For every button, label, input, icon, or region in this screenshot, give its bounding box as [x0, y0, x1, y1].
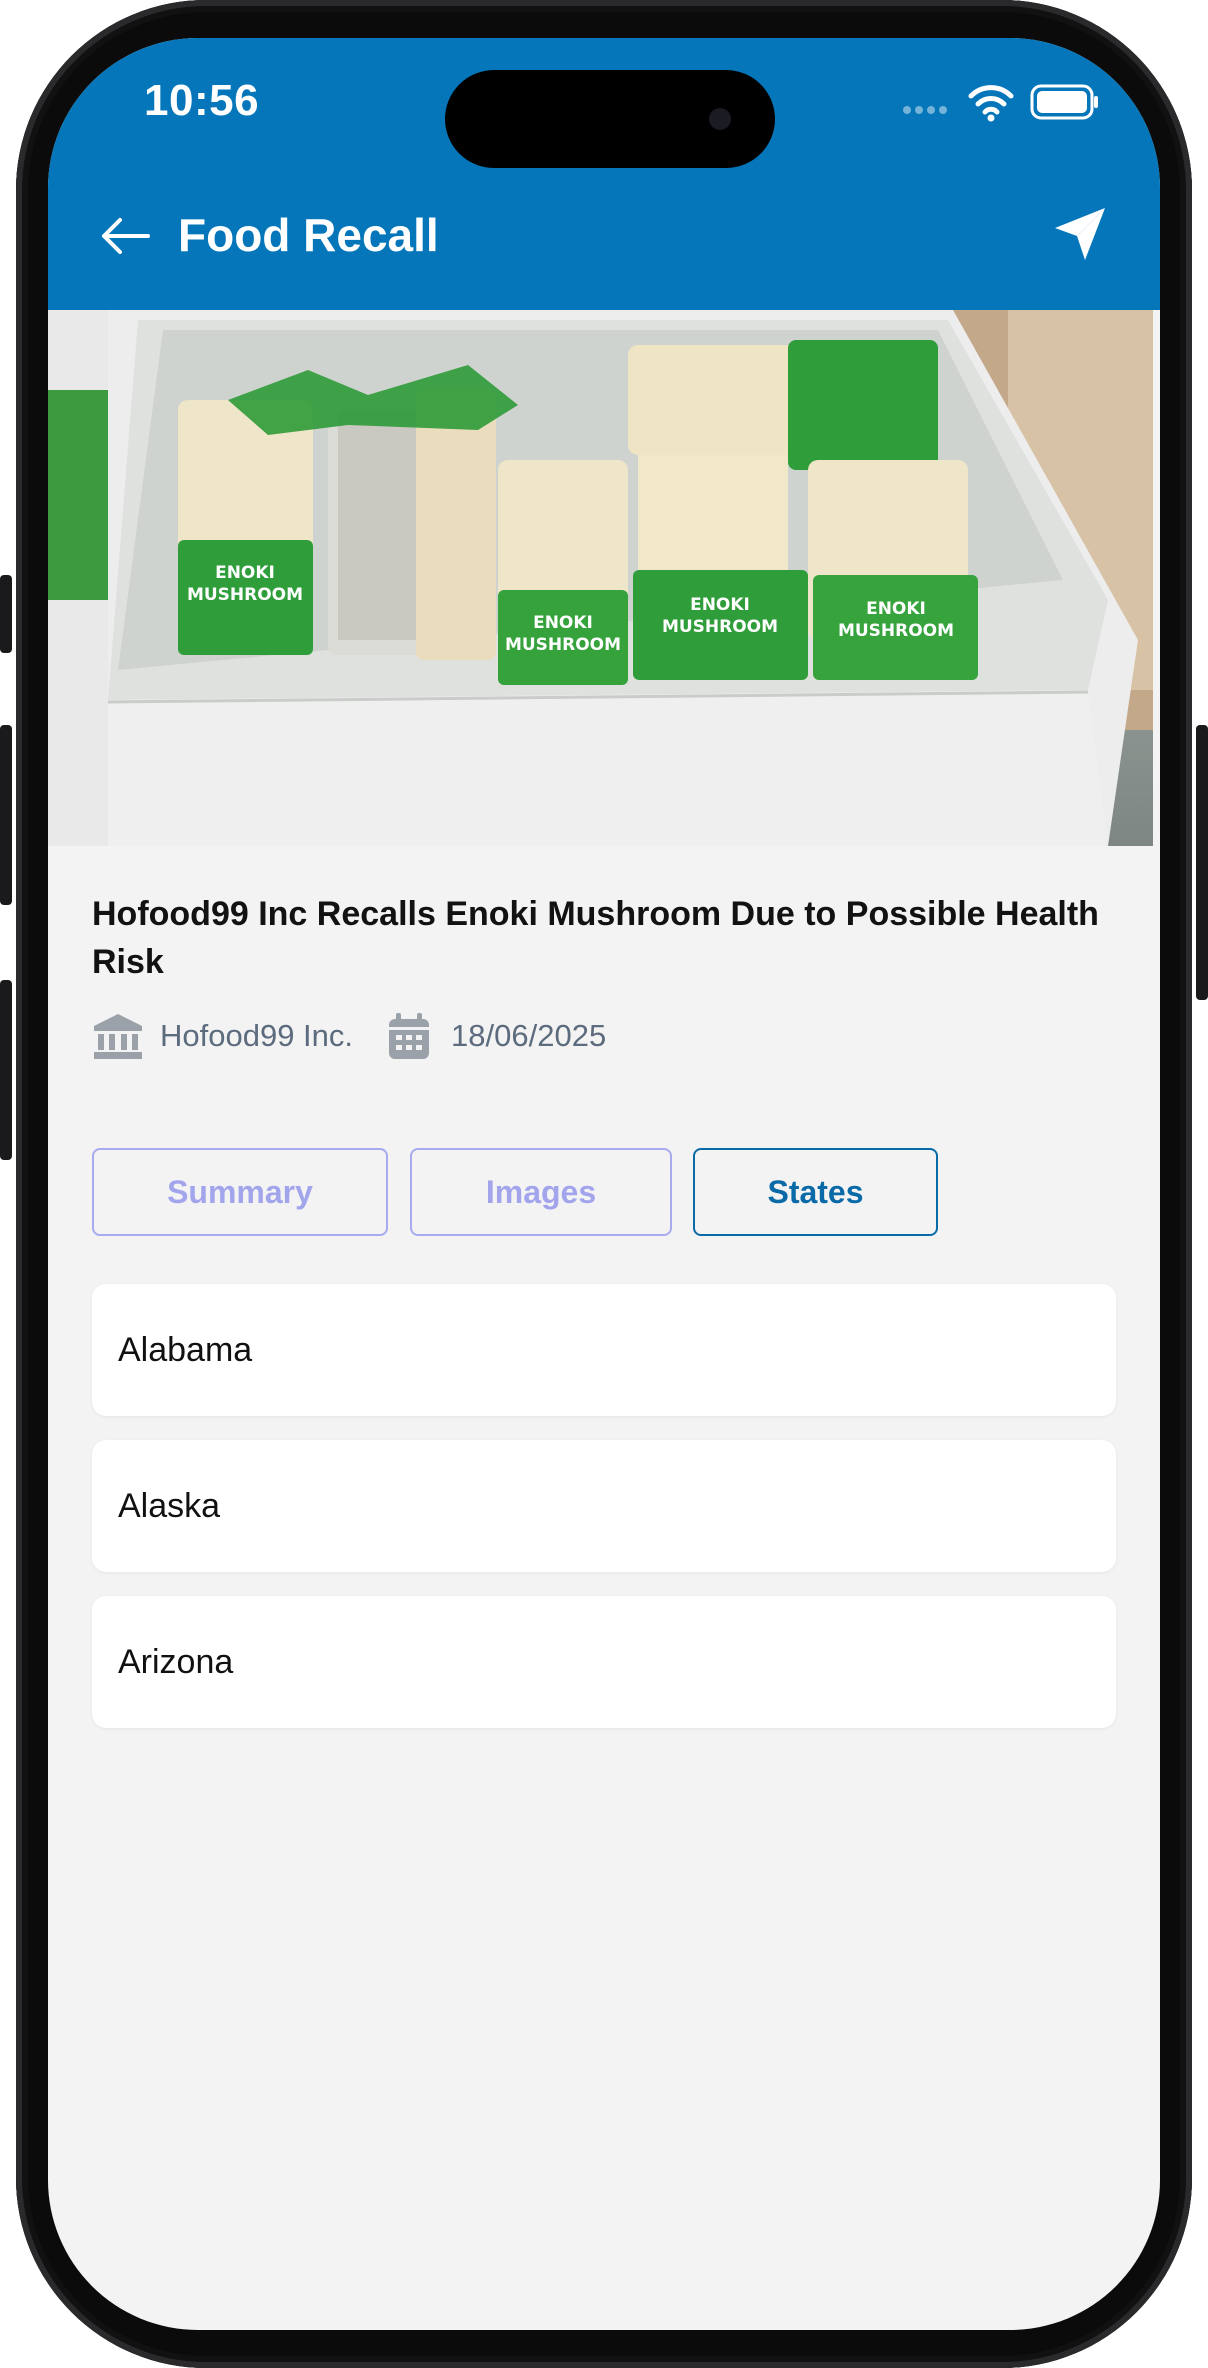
power-button — [1196, 725, 1208, 1000]
recall-date: 18/06/2025 — [451, 1018, 607, 1053]
institution-icon — [94, 1014, 142, 1059]
dynamic-island — [445, 70, 775, 168]
state-item[interactable]: Alaska — [92, 1440, 1116, 1572]
package-label: ENOKI — [215, 563, 275, 583]
volume-up-button — [0, 725, 12, 905]
app-header: 10:56 Food Recall — [48, 38, 1160, 310]
svg-text:ENOKI: ENOKI — [690, 595, 750, 615]
company-name: Hofood99 Inc. — [160, 1018, 354, 1053]
svg-text:MUSHROOM: MUSHROOM — [187, 585, 303, 605]
svg-text:MUSHROOM: MUSHROOM — [662, 617, 778, 637]
svg-text:MUSHROOM: MUSHROOM — [505, 635, 621, 655]
svg-text:ENOKI: ENOKI — [533, 613, 593, 633]
wifi-icon — [968, 85, 1014, 122]
svg-text:MUSHROOM: MUSHROOM — [838, 621, 954, 641]
cellular-signal-icon — [903, 106, 947, 114]
page-title: Food Recall — [178, 209, 439, 261]
svg-text:ENOKI: ENOKI — [866, 599, 926, 619]
volume-down-button — [0, 980, 12, 1160]
state-item[interactable]: Alabama — [92, 1284, 1116, 1416]
send-icon[interactable] — [1051, 204, 1111, 264]
state-item[interactable]: Arizona — [92, 1596, 1116, 1728]
back-arrow-icon[interactable] — [96, 208, 152, 264]
tab-summary[interactable]: Summary — [92, 1148, 388, 1236]
camera-dot — [709, 108, 731, 130]
recall-product-image: ENOKI MUSHROOM ENOKI MUSHROOM ENOKI MUSH… — [48, 310, 1153, 846]
phone-screen: 10:56 Food Recall ENOKI MUSHROOM ENOKI M… — [48, 38, 1160, 2330]
tab-images[interactable]: Images — [410, 1148, 672, 1236]
calendar-icon — [389, 1013, 430, 1059]
battery-icon — [1030, 84, 1098, 120]
recall-title: Hofood99 Inc Recalls Enoki Mushroom Due … — [92, 895, 1099, 981]
status-time: 10:56 — [144, 76, 260, 125]
action-button — [0, 575, 12, 653]
recall-meta: Hofood99 Inc. 18/06/2025 — [92, 1008, 636, 1064]
tab-states[interactable]: States — [693, 1148, 938, 1236]
